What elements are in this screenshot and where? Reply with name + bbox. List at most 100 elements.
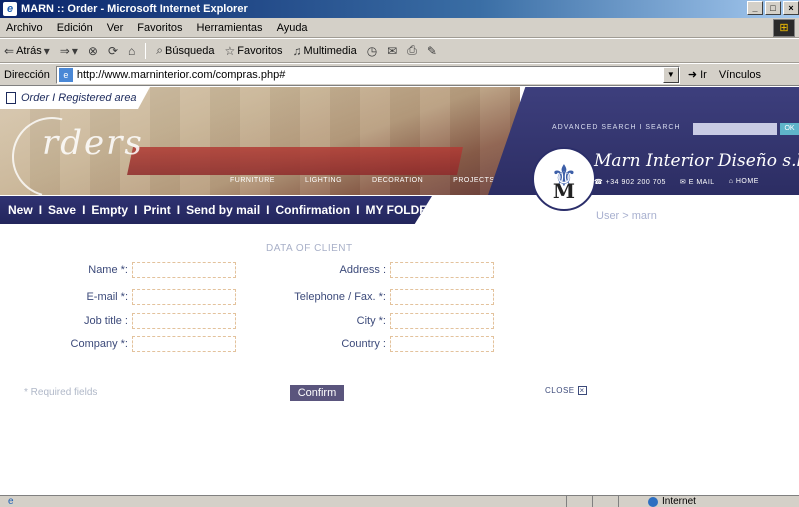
maximize-button[interactable]: □ bbox=[765, 1, 781, 15]
favorites-label: Favoritos bbox=[237, 44, 283, 57]
window-controls: _ □ × bbox=[747, 1, 799, 15]
nav-divider: I bbox=[356, 203, 360, 217]
marn-logo: ⚜ M bbox=[532, 147, 596, 211]
status-cell bbox=[618, 496, 644, 507]
menu-archivo[interactable]: Archivo bbox=[6, 22, 43, 34]
status-cells bbox=[566, 496, 644, 507]
nav-empty[interactable]: Empty bbox=[91, 203, 128, 217]
menu-herramientas[interactable]: Herramientas bbox=[197, 22, 263, 34]
page-icon: e bbox=[58, 67, 73, 82]
nav-new[interactable]: New bbox=[8, 203, 33, 217]
minimize-button[interactable]: _ bbox=[747, 1, 763, 15]
address-dropdown-icon[interactable]: ▼ bbox=[662, 66, 679, 83]
toolbar-separator bbox=[145, 42, 147, 59]
company-label: Company *: bbox=[70, 338, 128, 350]
ie-logo-icon: e bbox=[3, 2, 17, 16]
close-link[interactable]: CLOSE × bbox=[545, 386, 587, 395]
address-input[interactable]: e http://www.marninterior.com/compras.ph… bbox=[55, 65, 680, 84]
address-bar: Dirección e http://www.marninterior.com/… bbox=[0, 64, 799, 86]
history-icon[interactable]: ◷ bbox=[367, 44, 377, 58]
email-field[interactable] bbox=[132, 289, 236, 305]
nav-save[interactable]: Save bbox=[48, 203, 76, 217]
job-title-field[interactable] bbox=[132, 313, 236, 329]
nav-divider: I bbox=[266, 203, 270, 217]
menu-bar: Archivo Edición Ver Favoritos Herramient… bbox=[0, 18, 799, 38]
address-label-form: Address : bbox=[339, 264, 386, 276]
nav-send-by-mail[interactable]: Send by mail bbox=[186, 203, 260, 217]
window-titlebar: e MARN :: Order - Microsoft Internet Exp… bbox=[0, 0, 799, 18]
go-arrow-icon: ➜ bbox=[687, 69, 698, 81]
multimedia-button[interactable]: ♫ Multimedia bbox=[293, 44, 357, 58]
security-zone: Internet bbox=[648, 496, 696, 507]
status-bar: e Internet bbox=[0, 495, 799, 507]
address-field[interactable] bbox=[390, 262, 494, 278]
stop-icon[interactable]: ⊗ bbox=[88, 44, 98, 58]
phone-text: +34 902 200 705 bbox=[605, 179, 666, 186]
search-links[interactable]: ADVANCED SEARCH I SEARCH bbox=[552, 124, 681, 131]
page-status-icon: e bbox=[8, 495, 14, 507]
dropdown-arrow-icon: ▾ bbox=[71, 43, 78, 58]
category-nav: FURNITURE LIGHTING DECORATION PROJECTS bbox=[230, 177, 495, 184]
address-url: http://www.marninterior.com/compras.php# bbox=[76, 68, 286, 81]
favorites-icon: ☆ bbox=[224, 43, 236, 58]
phone-link: ☎ +34 902 200 705 bbox=[594, 179, 666, 186]
zone-label: Internet bbox=[662, 496, 696, 507]
logo-letter: M bbox=[552, 179, 576, 203]
home-link[interactable]: ⌂ HOME bbox=[729, 178, 759, 186]
nav-divider: I bbox=[176, 203, 181, 217]
brand-name: Marn Interior Diseño s.l. bbox=[594, 151, 799, 171]
refresh-icon[interactable]: ⟳ bbox=[108, 44, 118, 58]
menu-ayuda[interactable]: Ayuda bbox=[277, 22, 308, 34]
name-field[interactable] bbox=[132, 262, 236, 278]
favorites-button[interactable]: ☆ Favoritos bbox=[225, 44, 283, 58]
user-breadcrumb: User > marn bbox=[596, 210, 657, 222]
edit-icon[interactable]: ✎ bbox=[427, 44, 437, 58]
nav-lighting[interactable]: LIGHTING bbox=[305, 177, 342, 184]
city-field[interactable] bbox=[390, 313, 494, 329]
menu-favoritos[interactable]: Favoritos bbox=[137, 22, 182, 34]
search-icon: ⌕ bbox=[156, 43, 163, 57]
company-field[interactable] bbox=[132, 336, 236, 352]
job-title-label: Job title : bbox=[83, 315, 128, 327]
back-button[interactable]: ⇐ Atrás ▾ bbox=[4, 44, 50, 58]
forward-button[interactable]: ⇒ ▾ bbox=[60, 44, 78, 58]
back-arrow-icon: ⇐ bbox=[4, 43, 15, 58]
site-search-ok-button[interactable]: OK bbox=[780, 123, 799, 135]
globe-icon bbox=[648, 496, 658, 507]
menu-ver[interactable]: Ver bbox=[107, 22, 124, 34]
search-button[interactable]: ⌕ Búsqueda bbox=[156, 43, 214, 58]
home-icon[interactable]: ⌂ bbox=[128, 44, 135, 58]
mail-icon[interactable]: ✉ bbox=[387, 44, 397, 58]
links-button[interactable]: Vínculos bbox=[719, 69, 761, 81]
nav-confirmation[interactable]: Confirmation bbox=[276, 203, 351, 217]
site-search-input[interactable] bbox=[693, 123, 777, 135]
status-cell bbox=[566, 496, 592, 507]
nav-decoration[interactable]: DECORATION bbox=[372, 177, 423, 184]
forward-arrow-icon: ⇒ bbox=[59, 43, 70, 58]
close-window-button[interactable]: × bbox=[783, 1, 799, 15]
go-button[interactable]: ➜ Ir bbox=[687, 68, 707, 82]
confirm-button[interactable]: Confirm bbox=[290, 385, 344, 401]
email-link[interactable]: ✉ E MAIL bbox=[680, 178, 715, 186]
multimedia-label: Multimedia bbox=[303, 44, 357, 57]
country-label: Country : bbox=[341, 338, 386, 350]
nav-divider: I bbox=[82, 203, 86, 217]
nav-furniture[interactable]: FURNITURE bbox=[230, 177, 275, 184]
telephone-field[interactable] bbox=[390, 289, 494, 305]
back-label: Atrás bbox=[16, 44, 42, 57]
country-field[interactable] bbox=[390, 336, 494, 352]
print-icon[interactable]: ⎙ bbox=[407, 43, 417, 58]
nav-print[interactable]: Print bbox=[143, 203, 170, 217]
required-fields-note: * Required fields bbox=[24, 387, 98, 398]
nav-divider: I bbox=[134, 203, 138, 217]
name-label: Name *: bbox=[88, 264, 128, 276]
document-icon bbox=[6, 92, 16, 104]
email-text: E MAIL bbox=[688, 179, 715, 186]
close-label: CLOSE bbox=[545, 386, 575, 395]
order-area-text: Order I Registered area bbox=[21, 92, 137, 104]
windows-throbber-icon: ⊞ bbox=[773, 19, 795, 37]
menu-edicion[interactable]: Edición bbox=[57, 22, 93, 34]
nav-my-folder[interactable]: MY FOLDER bbox=[366, 203, 432, 217]
nav-projects[interactable]: PROJECTS bbox=[453, 177, 494, 184]
browser-toolbar: ⇐ Atrás ▾ ⇒ ▾ ⊗ ⟳ ⌂ ⌕ Búsqueda ☆ Favorit… bbox=[0, 39, 799, 63]
